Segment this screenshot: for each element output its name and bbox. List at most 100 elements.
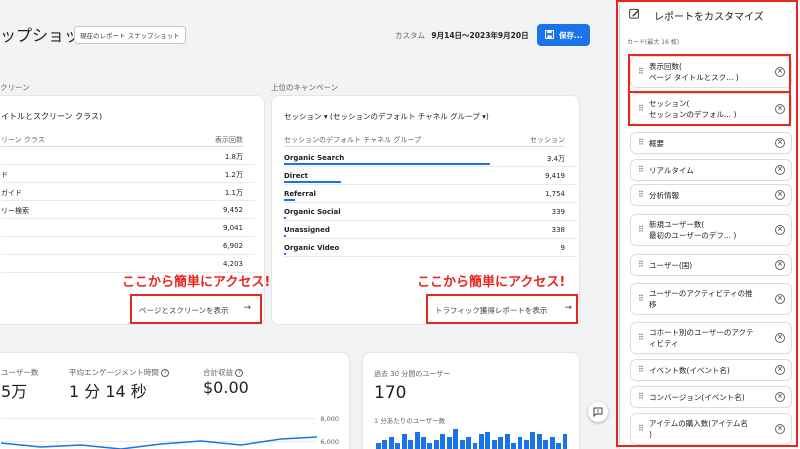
realtime-label: 過去 30 分間のユーザー [374,370,451,378]
row-share-bar [284,217,286,219]
per-minute-bars [376,429,569,449]
metric-engagement-label: 平均エンゲージメント時間 ? [69,367,170,378]
date-range-picker[interactable]: カスタム 9月14日～2023年9月20日 [395,30,529,41]
save-button[interactable]: 保存... [537,24,590,46]
minute-bar [485,432,491,449]
help-icon[interactable]: ? [235,369,244,377]
minute-bar [459,440,465,449]
table-row[interactable]: 1.8万 [1,147,255,165]
minute-bar [549,437,555,449]
minute-bar [382,440,388,449]
traffic-link-highlight [426,294,578,324]
campaign-table: Organic Search 3.4万 Direct 9,419 Referral 1,7… [284,149,577,259]
minute-bar [433,440,439,449]
minute-bar [440,434,446,449]
axis-tick-top: 8,000 [320,415,339,423]
minute-bar [536,434,542,449]
minute-bar [517,437,523,449]
table-row[interactable]: Referral 1,754 [284,185,577,203]
minute-bar [401,434,407,449]
table-row[interactable]: Organic Video 9 [284,239,577,257]
minute-bar [556,443,562,449]
minute-bar [472,443,478,449]
minute-bar [388,437,394,449]
campaign-col-right: セッション [530,136,565,144]
minute-bar [376,443,381,449]
row-value: 339 [551,208,565,216]
minute-bar [466,437,471,449]
row-value: 9,041 [222,224,243,232]
metric-revenue-label-text: 合計収益 [203,368,233,377]
pages-metric-title: イトルとスクリーン クラス) [1,112,103,121]
row-label: Organic Social [284,208,341,216]
row-label: リー検索 [1,207,29,215]
campaign-card: セッション ▾ (セッションのデフォルト チャネル グループ ▾) セッションの… [271,95,580,325]
date-range: 9月14日～2023年9月20日 [431,31,529,40]
date-prefix: カスタム [395,31,425,40]
row-label: ド [1,171,8,179]
row-value: 1,754 [544,190,565,198]
metric-revenue-value: $0.00 [203,378,249,397]
row-share-bar [284,235,286,237]
minute-bar [511,443,517,449]
minute-bar [395,443,401,449]
minute-bar [530,432,536,449]
pages-card: イトルとスクリーン クラス) リーン クラス 表示回数 1.8万ド 1.2万 ガイド… [0,95,265,325]
row-value: 3.4万 [546,155,565,163]
row-label: Unassigned [284,226,330,234]
annotation-left: ここから簡単にアクセス! [122,275,271,290]
minute-bar [543,440,549,449]
realtime-value: 170 [374,383,407,403]
sessions-item-highlight [628,91,791,126]
row-label: ガイド [1,189,22,197]
minute-bar [498,437,504,449]
table-row[interactable]: Direct 9,419 [284,167,577,185]
metric-engagement-value: 1 分 14 秒 [69,382,147,401]
table-row[interactable]: 6,902 [1,237,255,255]
table-row[interactable]: 9,041 [1,219,255,237]
help-icon[interactable]: ? [161,369,170,377]
feedback-icon [593,407,603,417]
metric-users-label: ユーザー数 [1,368,39,377]
minute-bar [421,437,426,449]
row-label: Direct [284,172,308,180]
campaign-col-left: セッションのデフォルト チャネル グループ [284,136,421,144]
row-label: Organic Search [284,154,345,162]
metrics-card: ユーザー数 5万 平均エンゲージメント時間 ? 1 分 14 秒 合計収益 ? … [0,352,350,449]
row-share-bar [284,199,295,201]
minute-bar [523,440,529,449]
realtime-sublabel: 1 分あたりのユーザー数 [374,417,446,425]
table-row[interactable]: Unassigned 338 [284,221,577,239]
row-value: 6,902 [222,242,243,250]
feedback-button[interactable] [588,402,608,422]
row-value: 9 [560,244,565,252]
campaign-metric-title[interactable]: セッション ▾ (セッションのデフォルト チャネル グループ ▾) [284,111,489,122]
row-label: Organic Video [284,244,340,252]
table-row[interactable]: Organic Social 339 [284,203,577,221]
pages-section-label: クリーン [0,83,30,92]
table-row[interactable]: ガイド 1.1万 [1,183,255,201]
minute-bar [504,434,510,449]
metric-users-value: 5万 [1,382,28,401]
table-row[interactable]: リー検索 9,452 [1,201,255,219]
pages-link-highlight [130,294,262,324]
minute-bar [408,440,414,449]
row-value: 9,419 [544,172,565,180]
table-row[interactable]: ド 1.2万 [1,165,255,183]
campaign-section-label: 上位のキャンペーン [271,83,339,92]
save-label: 保存... [559,31,583,40]
row-share-bar [284,181,341,183]
minute-bar [562,434,568,449]
row-value: 4,203 [222,260,243,268]
row-share-bar [284,253,286,255]
pages-table: 1.8万ド 1.2万ガイド 1.1万リー検索 9,452 9,041 6,902 4,203 [1,147,255,273]
metric-engagement-label-text: 平均エンゲージメント時間 [69,368,159,377]
row-value: 1.1万 [224,189,243,197]
pages-col-left: リーン クラス [1,136,45,144]
snapshot-chip[interactable]: 現在のレポート スナップショット [74,26,186,44]
minute-bar [491,440,497,449]
minute-bar [478,434,484,449]
pageviews-item-highlight [628,54,791,93]
minute-bar [446,437,452,449]
table-row[interactable]: Organic Search 3.4万 [284,149,577,167]
